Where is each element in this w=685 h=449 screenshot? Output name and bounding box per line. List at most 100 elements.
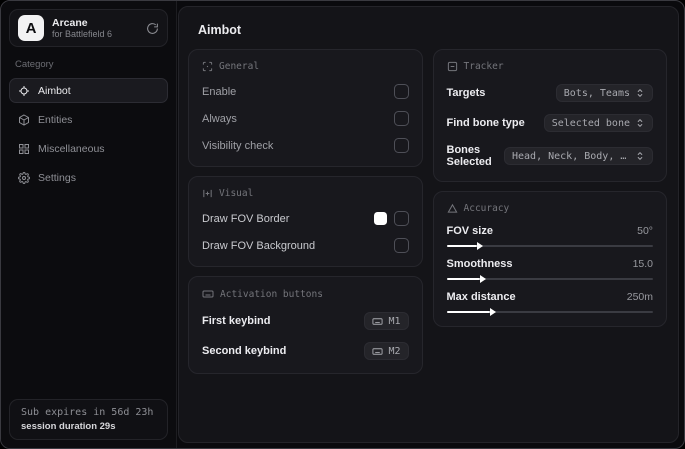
crosshair-icon xyxy=(18,85,30,97)
card-title: Activation buttons xyxy=(220,288,323,300)
subscription-info-card: Sub expires in 56d 23h session duration … xyxy=(9,399,168,440)
setting-label: Second keybind xyxy=(202,345,287,357)
keyboard-icon xyxy=(372,346,383,357)
general-card-header: General xyxy=(202,61,409,72)
slider-label: Smoothness xyxy=(446,258,513,270)
activation-card: Activation buttons First keybind M1 Seco… xyxy=(188,276,423,374)
smoothness-slider[interactable] xyxy=(446,275,653,283)
accuracy-card: Accuracy FOV size 50° Smoothness 15.0 Ma… xyxy=(432,191,667,327)
app-window: A Arcane for Battlefield 6 Category Aimb… xyxy=(0,0,685,449)
sidebar-item-entities[interactable]: Entities xyxy=(9,107,168,132)
select-value: Selected bone xyxy=(551,117,630,129)
slider-value: 15.0 xyxy=(632,258,653,270)
find-bone-type-select[interactable]: Selected bone xyxy=(543,114,653,132)
setting-row: Bones Selected Head, Neck, Body, Pe.. xyxy=(446,144,653,168)
sidebar-item-miscellaneous[interactable]: Miscellaneous xyxy=(9,136,168,161)
slider-label: Max distance xyxy=(446,291,516,303)
card-title: Accuracy xyxy=(463,203,510,214)
slider-fill xyxy=(446,242,484,250)
visual-card: Visual Draw FOV Border Draw FOV Backgrou… xyxy=(188,176,423,267)
accuracy-card-header: Accuracy xyxy=(447,203,654,214)
setting-row: Always xyxy=(202,111,409,126)
setting-row: Targets Bots, Teams xyxy=(446,84,653,102)
cube-icon xyxy=(18,113,30,126)
visual-card-header: Visual xyxy=(202,188,409,199)
targets-select[interactable]: Bots, Teams xyxy=(555,84,653,102)
app-title: Arcane xyxy=(52,16,88,29)
gear-icon xyxy=(18,171,30,184)
visibility-check-checkbox[interactable] xyxy=(393,138,409,153)
chevrons-up-down-icon xyxy=(635,118,645,128)
setting-label: Draw FOV Background xyxy=(202,239,316,252)
slider-label: FOV size xyxy=(446,225,493,237)
tracker-card: Tracker Targets Bots, Teams Find bone ty… xyxy=(432,49,667,182)
scan-icon xyxy=(202,61,213,72)
second-keybind-button[interactable]: M2 xyxy=(364,342,409,360)
slider-value: 50° xyxy=(637,225,653,237)
fov-border-checkbox[interactable] xyxy=(393,211,409,226)
fov-background-checkbox[interactable] xyxy=(393,238,409,253)
chevrons-up-down-icon xyxy=(635,151,645,161)
app-subtitle: for Battlefield 6 xyxy=(52,28,113,39)
setting-label: Targets xyxy=(446,87,486,99)
slider-fill xyxy=(446,275,486,283)
setting-row: Second keybind M2 xyxy=(202,342,409,360)
always-checkbox[interactable] xyxy=(393,111,409,126)
keyboard-icon xyxy=(202,288,214,300)
chevrons-up-down-icon xyxy=(635,88,645,98)
app-logo: A xyxy=(18,15,44,41)
main-panel: Aimbot General Enable Always Visibility … xyxy=(178,6,679,443)
max-distance-slider-group: Max distance 250m xyxy=(446,291,653,316)
card-title: Visual xyxy=(219,188,254,199)
setting-label: Visibility check xyxy=(202,139,274,152)
grid-icon xyxy=(18,143,30,155)
frame-minus-icon xyxy=(447,61,458,72)
refresh-icon[interactable] xyxy=(146,22,159,35)
enable-checkbox[interactable] xyxy=(393,84,409,99)
sidebar-item-label: Aimbot xyxy=(38,84,71,97)
fov-size-slider-group: FOV size 50° xyxy=(446,225,653,250)
sidebar-item-label: Miscellaneous xyxy=(38,142,105,155)
right-column: Tracker Targets Bots, Teams Find bone ty… xyxy=(432,49,667,327)
setting-label: Bones Selected xyxy=(446,144,492,168)
sidebar-item-settings[interactable]: Settings xyxy=(9,165,168,190)
select-value: Head, Neck, Body, Pe.. xyxy=(512,150,630,162)
sidebar: A Arcane for Battlefield 6 Category Aimb… xyxy=(1,1,177,448)
setting-row: Enable xyxy=(202,84,409,99)
setting-row: Visibility check xyxy=(202,138,409,153)
fov-size-slider[interactable] xyxy=(446,242,653,250)
setting-label: Enable xyxy=(202,85,237,98)
keyboard-icon xyxy=(372,316,383,327)
card-title: General xyxy=(219,61,260,72)
sidebar-nav: Aimbot Entities Miscellaneous Settings xyxy=(1,78,176,190)
keybind-value: M1 xyxy=(388,315,401,327)
triangle-icon xyxy=(447,203,458,214)
slider-fill xyxy=(446,308,497,316)
content-columns: General Enable Always Visibility check V… xyxy=(179,49,678,374)
setting-row: Draw FOV Border xyxy=(202,211,409,226)
sub-expires-text: Sub expires in 56d 23h xyxy=(21,407,154,418)
setting-row: Find bone type Selected bone xyxy=(447,114,653,132)
general-card: General Enable Always Visibility check xyxy=(188,49,423,167)
sidebar-item-label: Settings xyxy=(38,171,76,184)
sidebar-item-aimbot[interactable]: Aimbot xyxy=(9,78,168,103)
brand-text: Arcane for Battlefield 6 xyxy=(52,17,138,39)
card-title: Tracker xyxy=(463,61,504,72)
fov-border-controls xyxy=(373,211,409,226)
page-title: Aimbot xyxy=(198,23,242,37)
brand-card: A Arcane for Battlefield 6 xyxy=(9,9,168,47)
tracker-card-header: Tracker xyxy=(447,61,654,72)
setting-row: Draw FOV Background xyxy=(202,238,409,253)
slider-value: 250m xyxy=(626,291,653,303)
max-distance-slider[interactable] xyxy=(446,308,653,316)
focus-icon xyxy=(202,188,213,199)
setting-label: Always xyxy=(202,112,237,125)
fov-border-color-swatch[interactable] xyxy=(373,212,387,225)
activation-card-header: Activation buttons xyxy=(202,288,409,300)
sidebar-item-label: Entities xyxy=(38,113,73,126)
setting-label: Draw FOV Border xyxy=(202,212,290,225)
first-keybind-button[interactable]: M1 xyxy=(364,312,409,330)
bones-selected-select[interactable]: Head, Neck, Body, Pe.. xyxy=(504,147,653,165)
session-duration-text: session duration 29s xyxy=(21,421,116,432)
setting-label: First keybind xyxy=(202,315,271,327)
